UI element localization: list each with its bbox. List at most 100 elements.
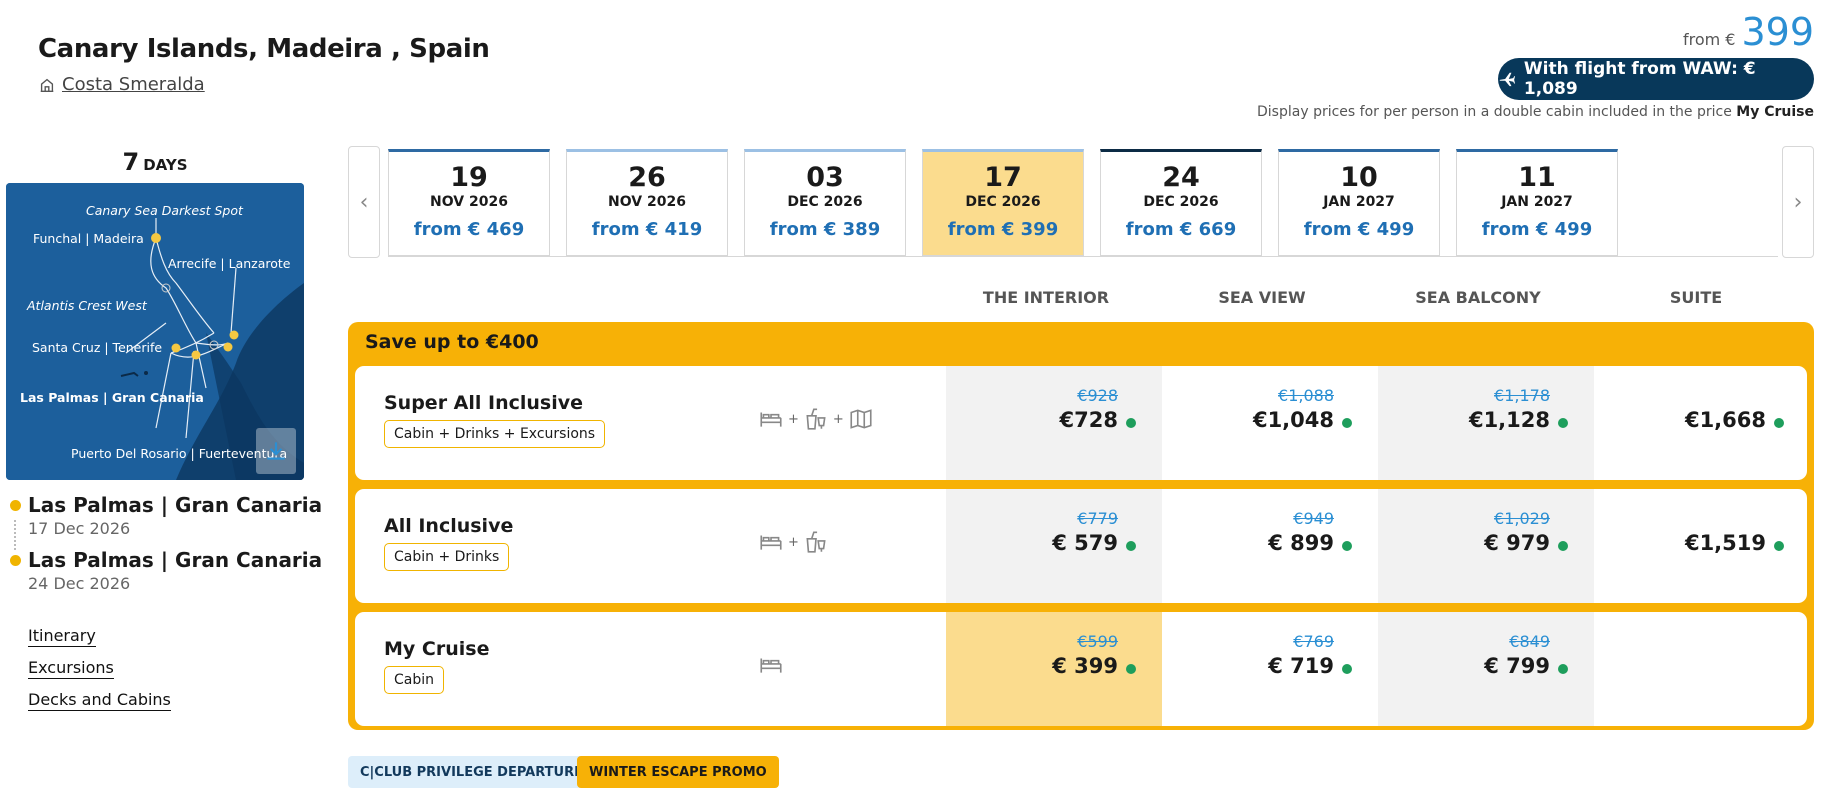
package-icons — [758, 652, 784, 678]
date-month: DEC 2026 — [787, 194, 863, 210]
route-divider — [14, 520, 16, 550]
dates-prev-button[interactable]: ‹ — [348, 146, 380, 258]
price-cell-sea-balcony[interactable]: €849 € 799 — [1378, 612, 1594, 726]
date-day: 03 — [806, 162, 844, 193]
date-card[interactable]: 11 JAN 2027 from € 499 — [1456, 149, 1618, 256]
date-price: from € 499 — [1303, 219, 1415, 240]
availability-dot-icon — [1126, 418, 1136, 428]
date-day: 11 — [1518, 162, 1556, 193]
package-row-super-all-inclusive: Super All Inclusive Cabin + Drinks + Exc… — [355, 366, 1807, 480]
with-flight-button[interactable]: With flight from WAW: € 1,089 — [1498, 58, 1814, 100]
old-price: €928 — [1077, 386, 1118, 405]
disclaimer-package: My Cruise — [1736, 104, 1814, 120]
date-card[interactable]: 26 NOV 2026 from € 419 — [566, 149, 728, 256]
date-price: from € 419 — [591, 219, 703, 240]
new-price: € 719 — [1268, 654, 1334, 678]
download-map-button[interactable] — [256, 428, 296, 474]
bed-icon — [760, 412, 782, 427]
days-number: 7 — [122, 148, 140, 176]
with-flight-label: With flight from WAW: € 1,089 — [1523, 59, 1756, 99]
cruise-duration: 7 DAYS — [6, 148, 304, 176]
from-price-value: 399 — [1741, 10, 1814, 54]
ship-link[interactable]: Costa Smeralda — [38, 74, 205, 95]
date-month: DEC 2026 — [1143, 194, 1219, 210]
link-excursions[interactable]: Excursions — [28, 658, 114, 679]
price-cell-interior[interactable]: €928 €728 — [946, 366, 1162, 480]
date-day: 10 — [1340, 162, 1378, 193]
arrival-pin-icon — [10, 555, 21, 566]
link-itinerary[interactable]: Itinerary — [28, 626, 96, 647]
arrival-date: 24 Dec 2026 — [28, 574, 131, 593]
availability-dot-icon — [1126, 541, 1136, 551]
date-day: 17 — [984, 162, 1022, 193]
availability-dot-icon — [1342, 418, 1352, 428]
old-price: €1,178 — [1494, 386, 1550, 405]
package-icons: + — [758, 529, 829, 555]
page-title: Canary Islands, Madeira , Spain — [38, 34, 490, 64]
old-price: €1,088 — [1278, 386, 1334, 405]
itinerary-map[interactable]: Canary Sea Darkest Spot Funchal | Madeir… — [6, 183, 304, 480]
date-price: from € 469 — [413, 219, 525, 240]
package-row-all-inclusive: All Inclusive Cabin + Drinks + €779 € 57… — [355, 489, 1807, 603]
column-sea-balcony: SEA BALCONY — [1415, 288, 1541, 307]
column-sea-view: SEA VIEW — [1218, 288, 1306, 307]
old-price: €849 — [1509, 632, 1550, 651]
price-cell-sea-view[interactable]: €949 € 899 — [1162, 489, 1378, 603]
plane-icon — [1499, 72, 1516, 87]
new-price: € 899 — [1268, 531, 1334, 555]
date-card[interactable]: 10 JAN 2027 from € 499 — [1278, 149, 1440, 256]
link-decks-cabins[interactable]: Decks and Cabins — [28, 690, 171, 711]
days-unit: DAYS — [143, 156, 188, 174]
club-privilege-badge: C|CLUB PRIVILEGE DEPARTURES — [348, 756, 605, 788]
new-price: € 579 — [1052, 531, 1118, 555]
sidebar-links: Itinerary Excursions Decks and Cabins — [28, 626, 171, 722]
package-tag: Cabin + Drinks — [384, 543, 510, 571]
departure-port-name: Las Palmas | Gran Canaria — [28, 493, 323, 517]
price-cell-interior[interactable]: €779 € 579 — [946, 489, 1162, 603]
chevron-left-icon: ‹ — [359, 189, 369, 215]
price-cell-sea-view[interactable]: €1,088 €1,048 — [1162, 366, 1378, 480]
new-price: €1,128 — [1468, 408, 1550, 432]
offer-panel: Save up to €400 Super All Inclusive Cabi… — [348, 322, 1814, 730]
new-price: €1,519 — [1684, 531, 1766, 555]
map-label-puerto: Puerto Del Rosario | Fuerteventura — [71, 446, 288, 461]
ship-name: Costa Smeralda — [62, 74, 205, 95]
date-card-selected[interactable]: 17 DEC 2026 from € 399 — [922, 149, 1084, 256]
package-tag: Cabin — [384, 666, 445, 694]
date-price: from € 389 — [769, 219, 881, 240]
price-cell-sea-balcony[interactable]: €1,029 € 979 — [1378, 489, 1594, 603]
bed-icon — [760, 535, 782, 550]
availability-dot-icon — [1558, 664, 1568, 674]
price-cell-sea-balcony[interactable]: €1,178 €1,128 — [1378, 366, 1594, 480]
departure-date: 17 Dec 2026 — [28, 519, 131, 538]
winter-promo-badge: WINTER ESCAPE PROMO — [577, 756, 779, 788]
new-price: €1,668 — [1684, 408, 1766, 432]
price-cell-suite[interactable]: €1,668 — [1594, 366, 1807, 480]
date-card[interactable]: 24 DEC 2026 from € 669 — [1100, 149, 1262, 256]
departure-pin-icon — [10, 500, 21, 511]
column-suite: SUITE — [1669, 288, 1723, 307]
price-cell-suite[interactable]: €1,519 — [1594, 489, 1807, 603]
date-price: from € 669 — [1125, 219, 1237, 240]
availability-dot-icon — [1774, 418, 1784, 428]
drinks-icon — [806, 408, 826, 430]
new-price: € 399 — [1052, 654, 1118, 678]
package-name: Super All Inclusive — [384, 392, 584, 414]
date-card[interactable]: 03 DEC 2026 from € 389 — [744, 149, 906, 256]
price-cell-interior-selected[interactable]: €599 € 399 — [946, 612, 1162, 726]
package-name: My Cruise — [384, 638, 490, 660]
price-cell-sea-view[interactable]: €769 € 719 — [1162, 612, 1378, 726]
dates-next-button[interactable]: › — [1782, 146, 1814, 258]
availability-dot-icon — [1558, 418, 1568, 428]
old-price: €1,029 — [1494, 509, 1550, 528]
new-price: €728 — [1059, 408, 1118, 432]
old-price: €779 — [1077, 509, 1118, 528]
plus-icon: + — [832, 411, 844, 427]
date-month: JAN 2027 — [1323, 194, 1395, 210]
from-price-label: from € — [1682, 30, 1736, 49]
download-icon — [267, 442, 285, 460]
bed-icon — [760, 658, 782, 673]
from-price: from € 399 — [1683, 10, 1814, 54]
map-label-sea-spot: Canary Sea Darkest Spot — [86, 203, 243, 218]
date-card[interactable]: 19 NOV 2026 from € 469 — [388, 149, 550, 256]
